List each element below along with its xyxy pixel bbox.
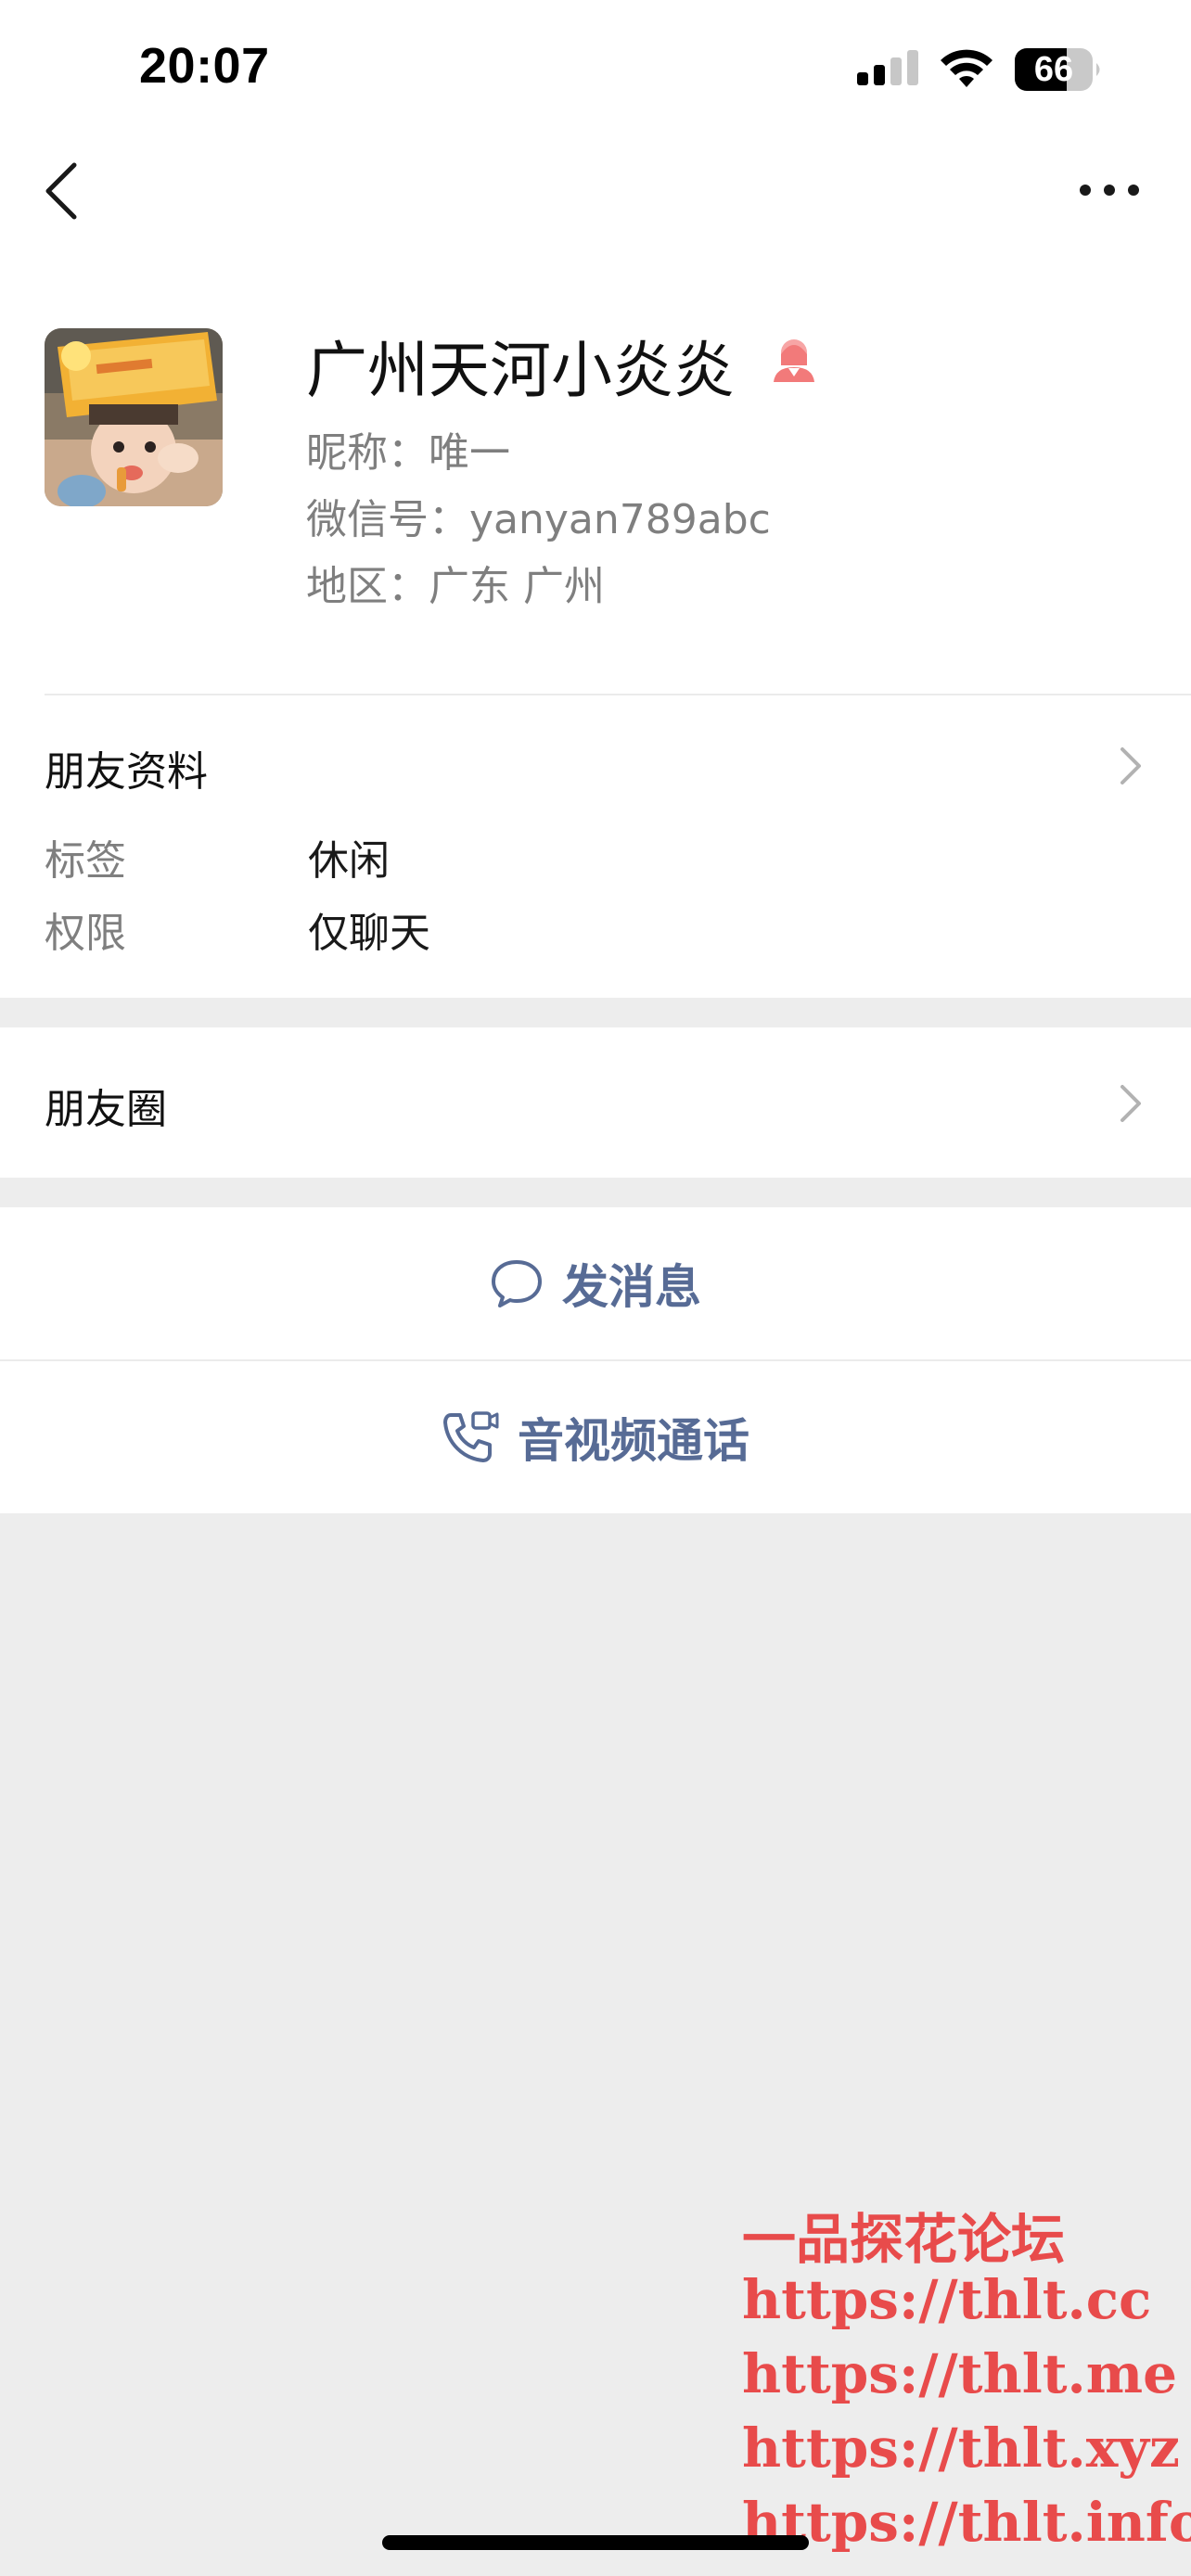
- tag-label: 标签: [45, 837, 126, 885]
- profile-name: 广州天河小炎炎: [306, 335, 735, 406]
- avatar[interactable]: [45, 328, 223, 506]
- divider: [45, 694, 1191, 695]
- battery-level: 66: [1033, 50, 1074, 89]
- chat-bubble-icon: [492, 1260, 542, 1307]
- watermark-line: https://thlt.info: [742, 2491, 1191, 2554]
- status-time: 20:07: [139, 38, 270, 94]
- permission-value: 仅聊天: [308, 910, 430, 957]
- moments-row[interactable]: 朋友圈: [0, 1027, 1191, 1178]
- more-icon[interactable]: [1076, 176, 1143, 204]
- wifi-icon: [941, 49, 992, 87]
- watermark-line: https://thlt.cc: [742, 2268, 1152, 2331]
- chevron-right-icon: [1121, 1085, 1141, 1122]
- watermark-line: 一品探花论坛: [742, 2208, 1066, 2271]
- send-message-label: 发消息: [562, 1260, 701, 1314]
- home-indicator[interactable]: [382, 2535, 809, 2550]
- av-call-label: 音视频通话: [518, 1414, 749, 1468]
- back-icon[interactable]: [37, 159, 85, 223]
- female-icon: [774, 339, 814, 382]
- av-call-button[interactable]: 音视频通话: [0, 1361, 1191, 1513]
- moments-title: 朋友圈: [45, 1086, 167, 1133]
- signal-icon: [857, 50, 918, 85]
- region: 地区：广东 广州: [306, 563, 605, 610]
- send-message-button[interactable]: 发消息: [0, 1207, 1191, 1359]
- chevron-right-icon[interactable]: [1119, 746, 1143, 786]
- phone-video-icon: [443, 1411, 499, 1462]
- permission-label: 权限: [45, 910, 126, 957]
- watermark-line: https://thlt.xyz: [742, 2417, 1180, 2480]
- tag-value: 休闲: [308, 837, 390, 885]
- nickname: 昵称：唯一: [306, 429, 510, 477]
- friend-info-title[interactable]: 朋友资料: [45, 738, 208, 797]
- watermark-line: https://thlt.me: [742, 2342, 1177, 2405]
- actions-section: 发消息 音视频通话: [0, 1207, 1191, 1513]
- wechat-id: 微信号：yanyan789abc: [306, 496, 771, 543]
